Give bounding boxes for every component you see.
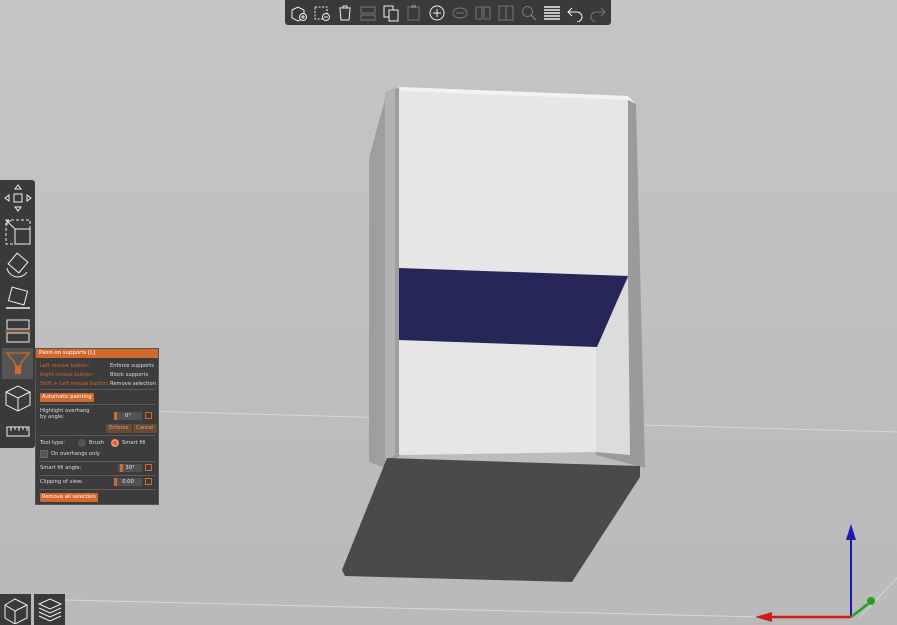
delete-all-icon[interactable] xyxy=(335,3,355,23)
hint-shift-result: Remove selection xyxy=(110,381,157,387)
highlight-angle-handle[interactable] xyxy=(114,412,117,420)
axis-x-arrow xyxy=(755,612,772,622)
edit-icon[interactable] xyxy=(145,464,152,471)
on-overhangs-checkbox[interactable] xyxy=(40,450,48,458)
axis-z-arrow xyxy=(846,524,856,540)
top-toolbar xyxy=(285,0,611,25)
paste-icon[interactable] xyxy=(404,3,424,23)
preview-layers-icon[interactable] xyxy=(34,594,65,625)
smart-fill-angle-handle[interactable] xyxy=(120,464,123,472)
divider xyxy=(39,461,155,462)
hint-right-action: Right mouse button: xyxy=(40,372,94,378)
enforce-button[interactable]: Enforce xyxy=(106,424,132,433)
cut-icon[interactable] xyxy=(2,315,33,346)
hint-left-action: Left mouse button: xyxy=(40,363,90,369)
panel-title: Paint-on supports [L] xyxy=(36,349,158,358)
smart-fill-label: Smart fill xyxy=(122,440,146,446)
highlight-overhang-label-2: by angle: xyxy=(40,414,65,420)
measure-icon[interactable] xyxy=(2,416,33,447)
3d-view-icon[interactable] xyxy=(0,594,31,625)
painted-support-region xyxy=(399,268,628,347)
add-icon[interactable] xyxy=(289,3,309,23)
bed-grid-line xyxy=(859,577,897,618)
bed-grid-line xyxy=(64,599,761,618)
divider xyxy=(39,475,155,476)
copy-icon[interactable] xyxy=(381,3,401,23)
clipping-label: Clipping of view: xyxy=(40,479,83,485)
smart-fill-angle-label: Smart fill angle: xyxy=(40,465,82,471)
clipping-handle[interactable] xyxy=(114,478,117,486)
clipping-field[interactable]: 0.00 xyxy=(114,478,142,486)
divider xyxy=(39,389,155,390)
left-toolbar xyxy=(0,180,35,448)
paint-supports-panel: Paint-on supports [L] Left mouse button:… xyxy=(35,348,159,505)
place-on-face-icon[interactable] xyxy=(2,282,33,313)
highlight-angle-field[interactable]: 0° xyxy=(114,412,142,420)
redo-icon[interactable] xyxy=(588,3,608,23)
divider xyxy=(39,404,155,405)
split-objects-icon[interactable] xyxy=(473,3,493,23)
remove-instance-icon[interactable] xyxy=(450,3,470,23)
tool-type-label: Tool type: xyxy=(40,440,66,446)
model-front-face-lower xyxy=(399,340,599,455)
hint-left-result: Enforce supports xyxy=(110,363,154,369)
seam-icon[interactable] xyxy=(2,382,33,413)
hint-right-result: Block supports xyxy=(110,372,149,378)
edit-icon[interactable] xyxy=(145,478,152,485)
add-instance-icon[interactable] xyxy=(427,3,447,23)
model-left-edge xyxy=(385,88,395,462)
delete-icon[interactable] xyxy=(312,3,332,23)
divider xyxy=(39,489,155,490)
remove-all-selection-button[interactable]: Remove all selection xyxy=(40,493,98,502)
cancel-button[interactable]: Cancel xyxy=(133,424,157,433)
edit-icon[interactable] xyxy=(145,412,152,419)
scale-icon[interactable] xyxy=(2,216,33,247)
paint-supports-icon[interactable] xyxy=(2,348,33,379)
3d-viewport[interactable] xyxy=(0,0,897,625)
search-icon[interactable] xyxy=(519,3,539,23)
brush-label: Brush xyxy=(89,440,104,446)
model-bottom-face xyxy=(342,458,640,582)
axis-y xyxy=(850,603,869,618)
split-parts-icon[interactable] xyxy=(496,3,516,23)
axis-y-tip xyxy=(867,597,875,605)
hint-shift-action: Shift + Left mouse button: xyxy=(40,381,109,387)
axes-gizmo xyxy=(755,524,875,622)
brush-radio[interactable] xyxy=(78,439,86,447)
undo-icon[interactable] xyxy=(565,3,585,23)
divider xyxy=(39,435,155,436)
rotate-icon[interactable] xyxy=(2,249,33,280)
smart-fill-radio[interactable] xyxy=(111,439,119,447)
automatic-painting-button[interactable]: Automatic painting xyxy=(40,393,94,402)
arrange-icon[interactable] xyxy=(358,3,378,23)
on-overhangs-label: On overhangs only xyxy=(51,451,100,457)
layers-editing-icon[interactable] xyxy=(542,3,562,23)
move-icon[interactable] xyxy=(2,182,33,213)
